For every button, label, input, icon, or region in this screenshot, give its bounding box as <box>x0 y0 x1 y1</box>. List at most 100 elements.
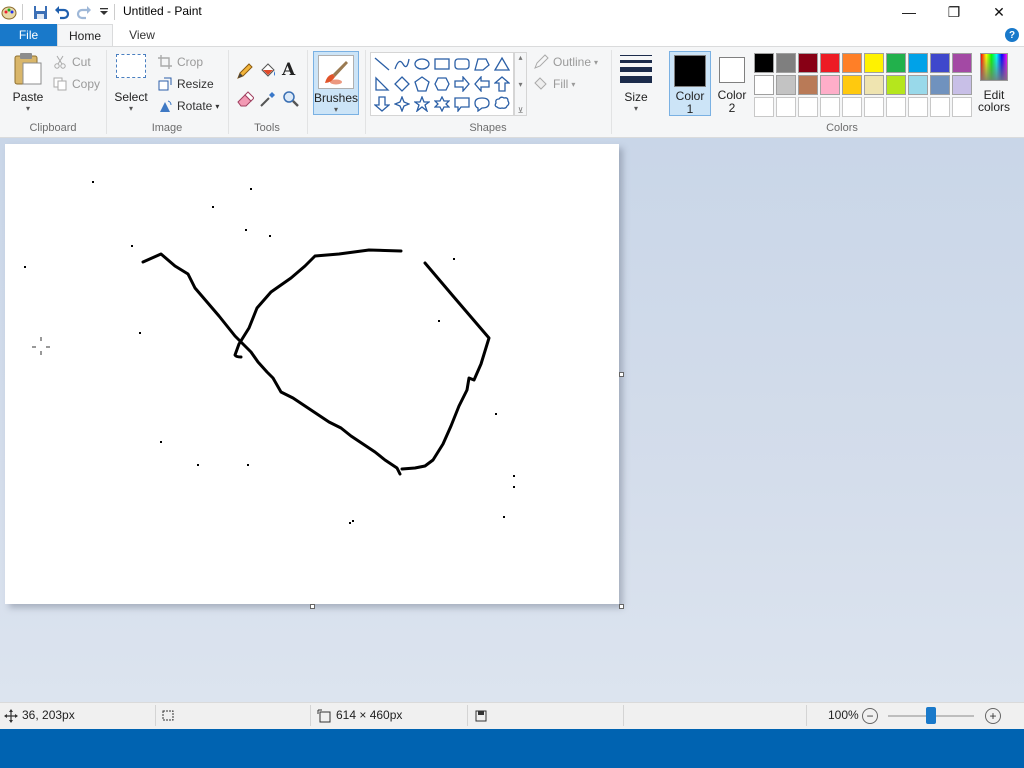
drawing-canvas[interactable] <box>5 144 619 604</box>
oval-callout-shape-icon[interactable] <box>472 94 491 113</box>
close-button[interactable]: ✕ <box>976 0 1022 24</box>
zoom-in-button[interactable]: + <box>985 708 1001 724</box>
outline-pencil-icon <box>533 54 549 70</box>
curve-shape-icon[interactable] <box>392 54 411 73</box>
palette-color-swatch[interactable] <box>798 53 818 73</box>
left-arrow-shape-icon[interactable] <box>472 74 491 93</box>
triangle-shape-icon[interactable] <box>492 54 511 73</box>
fill-bucket-icon[interactable] <box>259 62 277 80</box>
redo-icon[interactable] <box>75 3 93 21</box>
palette-color-swatch[interactable] <box>776 53 796 73</box>
outline-button[interactable]: Outline ▾ <box>533 54 598 70</box>
resize-button[interactable]: Resize <box>157 76 214 92</box>
palette-color-swatch[interactable] <box>754 53 774 73</box>
resize-handle-corner[interactable] <box>619 604 624 609</box>
polygon-shape-icon[interactable] <box>472 54 491 73</box>
palette-color-swatch[interactable] <box>820 53 840 73</box>
cut-button[interactable]: Cut <box>52 54 91 70</box>
hexagon-shape-icon[interactable] <box>432 74 451 93</box>
undo-icon[interactable] <box>53 3 71 21</box>
palette-color-swatch[interactable] <box>864 53 884 73</box>
six-point-star-shape-icon[interactable] <box>432 94 451 113</box>
palette-empty-swatch[interactable] <box>886 97 906 117</box>
oval-shape-icon[interactable] <box>412 54 431 73</box>
size-button[interactable]: Size ▾ <box>617 53 655 115</box>
palette-color-swatch[interactable] <box>798 75 818 95</box>
cloud-callout-shape-icon[interactable] <box>492 94 511 113</box>
resize-handle-bottom[interactable] <box>310 604 315 609</box>
help-button[interactable]: ? <box>1005 28 1019 42</box>
palette-cell <box>753 52 775 74</box>
text-tool-icon[interactable]: A <box>282 60 300 80</box>
palette-color-swatch[interactable] <box>930 53 950 73</box>
right-triangle-shape-icon[interactable] <box>372 74 391 93</box>
eraser-icon[interactable] <box>236 90 255 108</box>
tab-file[interactable]: File <box>0 24 57 46</box>
zoom-out-button[interactable]: − <box>862 708 878 724</box>
palette-empty-swatch[interactable] <box>754 97 774 117</box>
right-arrow-shape-icon[interactable] <box>452 74 471 93</box>
palette-empty-swatch[interactable] <box>842 97 862 117</box>
shapes-scrollbar[interactable]: ▴ ▾ ⊻ <box>514 52 527 116</box>
copy-button[interactable]: Copy <box>52 76 100 92</box>
rotate-button[interactable]: Rotate ▾ <box>157 98 219 114</box>
status-divider <box>623 705 624 726</box>
five-point-star-shape-icon[interactable] <box>412 94 431 113</box>
color1-button[interactable]: Color 1 <box>669 51 711 116</box>
palette-color-swatch[interactable] <box>864 75 884 95</box>
gallery-expand-icon[interactable]: ⊻ <box>518 106 524 115</box>
brushes-button[interactable]: Brushes ▾ <box>313 51 359 115</box>
color-picker-icon[interactable] <box>259 90 277 108</box>
minimize-button[interactable]: — <box>886 0 932 24</box>
diamond-shape-icon[interactable] <box>392 74 411 93</box>
rounded-rectangle-shape-icon[interactable] <box>452 54 471 73</box>
palette-color-swatch[interactable] <box>908 53 928 73</box>
tab-view[interactable]: View <box>113 24 171 46</box>
maximize-button[interactable]: ❐ <box>931 0 977 24</box>
palette-empty-swatch[interactable] <box>820 97 840 117</box>
paint-app-icon[interactable] <box>0 3 18 21</box>
palette-cell <box>863 52 885 74</box>
color2-button[interactable]: Color 2 <box>713 51 751 116</box>
crop-button[interactable]: Crop <box>157 54 203 70</box>
palette-color-swatch[interactable] <box>776 75 796 95</box>
rectangle-shape-icon[interactable] <box>432 54 451 73</box>
edit-colors-button[interactable]: Edit colors <box>976 53 1012 115</box>
pentagon-shape-icon[interactable] <box>412 74 431 93</box>
palette-color-swatch[interactable] <box>842 53 862 73</box>
four-point-star-shape-icon[interactable] <box>392 94 411 113</box>
palette-color-swatch[interactable] <box>886 53 906 73</box>
line-shape-icon[interactable] <box>372 54 391 73</box>
palette-color-swatch[interactable] <box>886 75 906 95</box>
palette-empty-swatch[interactable] <box>930 97 950 117</box>
palette-color-swatch[interactable] <box>930 75 950 95</box>
palette-empty-swatch[interactable] <box>952 97 972 117</box>
fill-button[interactable]: Fill ▾ <box>533 76 575 92</box>
resize-handle-right[interactable] <box>619 372 624 377</box>
tab-home[interactable]: Home <box>57 24 113 47</box>
magnifier-icon[interactable] <box>282 90 300 108</box>
down-arrow-shape-icon[interactable] <box>372 94 391 113</box>
palette-color-swatch[interactable] <box>754 75 774 95</box>
copy-label: Copy <box>72 77 101 91</box>
palette-empty-swatch[interactable] <box>908 97 928 117</box>
customize-quick-access-icon[interactable] <box>95 3 113 21</box>
palette-empty-swatch[interactable] <box>798 97 818 117</box>
zoom-slider-thumb[interactable] <box>926 707 936 724</box>
pencil-icon[interactable] <box>236 62 254 80</box>
palette-color-swatch[interactable] <box>952 53 972 73</box>
palette-empty-swatch[interactable] <box>864 97 884 117</box>
save-icon[interactable] <box>31 3 49 21</box>
palette-color-swatch[interactable] <box>842 75 862 95</box>
select-button[interactable]: Select ▾ <box>113 54 149 116</box>
cursor-position-icon <box>4 709 18 723</box>
rectangular-callout-shape-icon[interactable] <box>452 94 471 113</box>
paste-button[interactable]: Paste ▾ <box>8 52 48 116</box>
palette-color-swatch[interactable] <box>820 75 840 95</box>
palette-empty-swatch[interactable] <box>776 97 796 117</box>
palette-color-swatch[interactable] <box>908 75 928 95</box>
scroll-down-icon[interactable]: ▾ <box>518 80 522 89</box>
scroll-up-icon[interactable]: ▴ <box>518 53 522 62</box>
up-arrow-shape-icon[interactable] <box>492 74 511 93</box>
palette-color-swatch[interactable] <box>952 75 972 95</box>
